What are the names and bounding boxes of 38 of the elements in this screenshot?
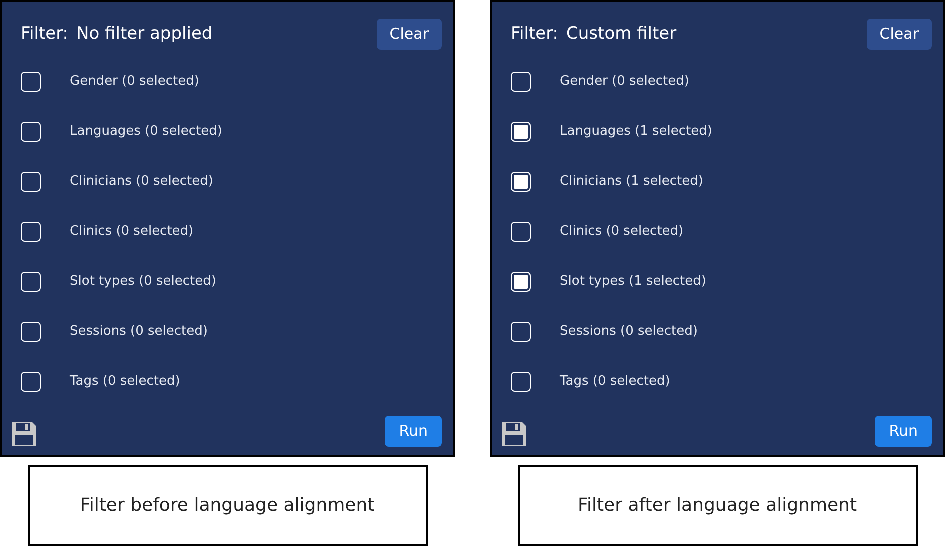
option-label: Clinicians (0 selected)	[70, 173, 214, 192]
option-label: Clinics (0 selected)	[560, 223, 684, 242]
checkbox[interactable]	[21, 72, 41, 92]
checkbox[interactable]	[511, 372, 531, 392]
option-label: Sessions (0 selected)	[560, 323, 698, 342]
option-label: Slot types (1 selected)	[560, 273, 706, 292]
clear-button[interactable]: Clear	[376, 19, 442, 50]
option-label: Tags (0 selected)	[560, 373, 670, 392]
checkbox[interactable]	[511, 222, 531, 242]
option-label: Tags (0 selected)	[70, 373, 180, 392]
checkbox[interactable]	[511, 122, 531, 142]
filter-label: Filter:	[511, 22, 559, 46]
option-label: Languages (0 selected)	[70, 123, 222, 142]
caption: Filter after language alignment	[578, 494, 858, 518]
checkbox[interactable]	[21, 122, 41, 142]
clear-button[interactable]: Clear	[866, 19, 932, 50]
filter-status: No filter applied	[76, 22, 213, 46]
option-label: Slot types (0 selected)	[70, 273, 216, 292]
checkbox[interactable]	[21, 372, 41, 392]
checkbox[interactable]	[21, 222, 41, 242]
option-label: Languages (1 selected)	[560, 123, 712, 142]
caption: Filter before language alignment	[80, 494, 375, 518]
filter-label: Filter:	[21, 22, 69, 46]
checkbox[interactable]	[511, 322, 531, 342]
filter-status: Custom filter	[566, 22, 677, 46]
option-label: Gender (0 selected)	[560, 73, 690, 92]
option-label: Clinicians (1 selected)	[560, 173, 704, 192]
run-button[interactable]: Run	[385, 416, 442, 447]
option-label: Clinics (0 selected)	[70, 223, 194, 242]
checkbox[interactable]	[21, 322, 41, 342]
run-button[interactable]: Run	[875, 416, 932, 447]
checkbox[interactable]	[21, 172, 41, 192]
option-label: Gender (0 selected)	[70, 73, 200, 92]
checkbox[interactable]	[511, 172, 531, 192]
checkbox[interactable]	[511, 272, 531, 292]
option-label: Sessions (0 selected)	[70, 323, 208, 342]
checkbox[interactable]	[511, 72, 531, 92]
checkbox[interactable]	[21, 272, 41, 292]
